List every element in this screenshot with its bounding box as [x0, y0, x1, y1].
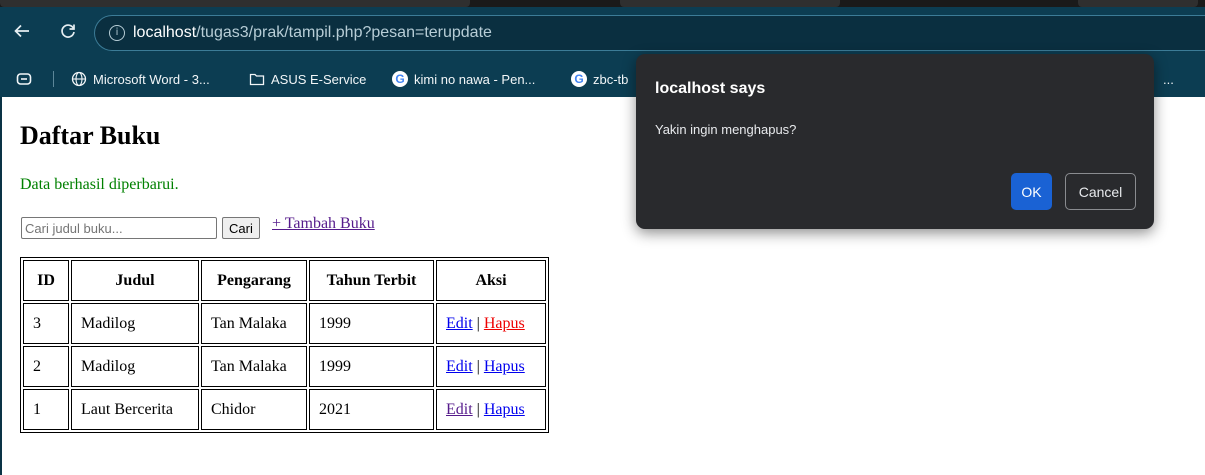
dialog-title: localhost says [655, 80, 766, 97]
action-separator: | [476, 400, 480, 418]
url-text[interactable]: localhost/tugas3/prak/tampil.php?pesan=t… [133, 24, 492, 42]
site-info-icon[interactable]: i [109, 25, 125, 41]
bookmark-microsoft-word[interactable]: Microsoft Word - 3... [71, 69, 210, 89]
bookmark-asus-e-service[interactable]: ASUS E-Service [249, 69, 366, 89]
cell-tahun: 2021 [309, 389, 434, 430]
cell-pengarang: Tan Malaka [201, 303, 307, 344]
bookmark-kimi-no-nawa[interactable]: G kimi no nawa - Pen... [392, 69, 535, 89]
search-button[interactable]: Cari [222, 217, 260, 239]
google-icon: G [392, 71, 408, 87]
address-bar: i localhost/tugas3/prak/tampil.php?pesan… [0, 7, 1205, 61]
table-row: 2 Madilog Tan Malaka 1999 Edit | Hapus [23, 346, 546, 387]
cell-aksi: Edit | Hapus [436, 346, 546, 387]
reload-icon [61, 24, 75, 38]
cell-id: 3 [23, 303, 69, 344]
edit-link[interactable]: Edit [446, 315, 473, 332]
url-omnibox[interactable]: i localhost/tugas3/prak/tampil.php?pesan… [94, 15, 1205, 51]
bookmark-overflow[interactable]: ... [1163, 69, 1174, 89]
google-icon: G [571, 71, 587, 87]
cell-tahun: 1999 [309, 346, 434, 387]
edit-link[interactable]: Edit [446, 401, 473, 418]
cell-judul: Madilog [71, 346, 199, 387]
cell-pengarang: Tan Malaka [201, 346, 307, 387]
bookmark-separator [53, 71, 54, 87]
cell-pengarang: Chidor [201, 389, 307, 430]
books-table: ID Judul Pengarang Tahun Terbit Aksi 3 M… [20, 257, 549, 433]
header-id: ID [23, 260, 69, 301]
status-message: Data berhasil diperbarui. [20, 176, 179, 193]
tab-hint[interactable] [1078, 0, 1198, 7]
action-separator: | [476, 314, 480, 332]
confirm-dialog: localhost says Yakin ingin menghapus? OK… [636, 54, 1154, 229]
url-path: /tugas3/prak/tampil.php?pesan=terupdate [196, 24, 492, 41]
url-host: localhost [133, 24, 197, 41]
cell-aksi: Edit | Hapus [436, 303, 546, 344]
delete-link[interactable]: Hapus [484, 401, 525, 418]
cell-tahun: 1999 [309, 303, 434, 344]
bookmark-label: ASUS E-Service [271, 71, 367, 87]
tab-hint[interactable] [0, 0, 470, 7]
bookmark-label: Microsoft Word - 3... [93, 71, 210, 87]
delete-link[interactable]: Hapus [484, 358, 525, 375]
page-title: Daftar Buku [20, 121, 161, 150]
reload-button[interactable] [54, 17, 82, 45]
cell-id: 2 [23, 346, 69, 387]
tab-search-icon [16, 73, 32, 85]
table-row: 1 Laut Bercerita Chidor 2021 Edit | Hapu… [23, 389, 546, 430]
ok-button[interactable]: OK [1011, 173, 1052, 210]
cell-judul: Laut Bercerita [71, 389, 199, 430]
search-input[interactable] [21, 217, 217, 239]
tab-strip [0, 0, 1205, 7]
dialog-message: Yakin ingin menghapus? [655, 122, 797, 137]
bookmark-zbc-tb[interactable]: G zbc-tb [571, 69, 628, 89]
header-tahun-terbit: Tahun Terbit [309, 260, 434, 301]
header-judul: Judul [71, 260, 199, 301]
edit-link[interactable]: Edit [446, 358, 473, 375]
bookmark-overflow-label: ... [1163, 71, 1174, 87]
tab-search-button[interactable] [16, 69, 32, 89]
header-aksi: Aksi [436, 260, 546, 301]
cell-aksi: Edit | Hapus [436, 389, 546, 430]
bookmark-label: kimi no nawa - Pen... [414, 71, 536, 87]
table-row: 3 Madilog Tan Malaka 1999 Edit | Hapus [23, 303, 546, 344]
back-button[interactable] [8, 17, 36, 45]
tab-hint[interactable] [620, 0, 840, 7]
back-arrow-icon [14, 24, 29, 38]
bookmark-label: zbc-tb [593, 71, 629, 87]
action-separator: | [476, 357, 480, 375]
cell-id: 1 [23, 389, 69, 430]
folder-icon [249, 71, 265, 87]
globe-icon [71, 71, 87, 87]
cell-judul: Madilog [71, 303, 199, 344]
delete-link[interactable]: Hapus [484, 315, 525, 332]
header-pengarang: Pengarang [201, 260, 307, 301]
cancel-button[interactable]: Cancel [1065, 173, 1136, 210]
table-header-row: ID Judul Pengarang Tahun Terbit Aksi [23, 260, 546, 301]
add-book-link[interactable]: + Tambah Buku [272, 215, 375, 233]
